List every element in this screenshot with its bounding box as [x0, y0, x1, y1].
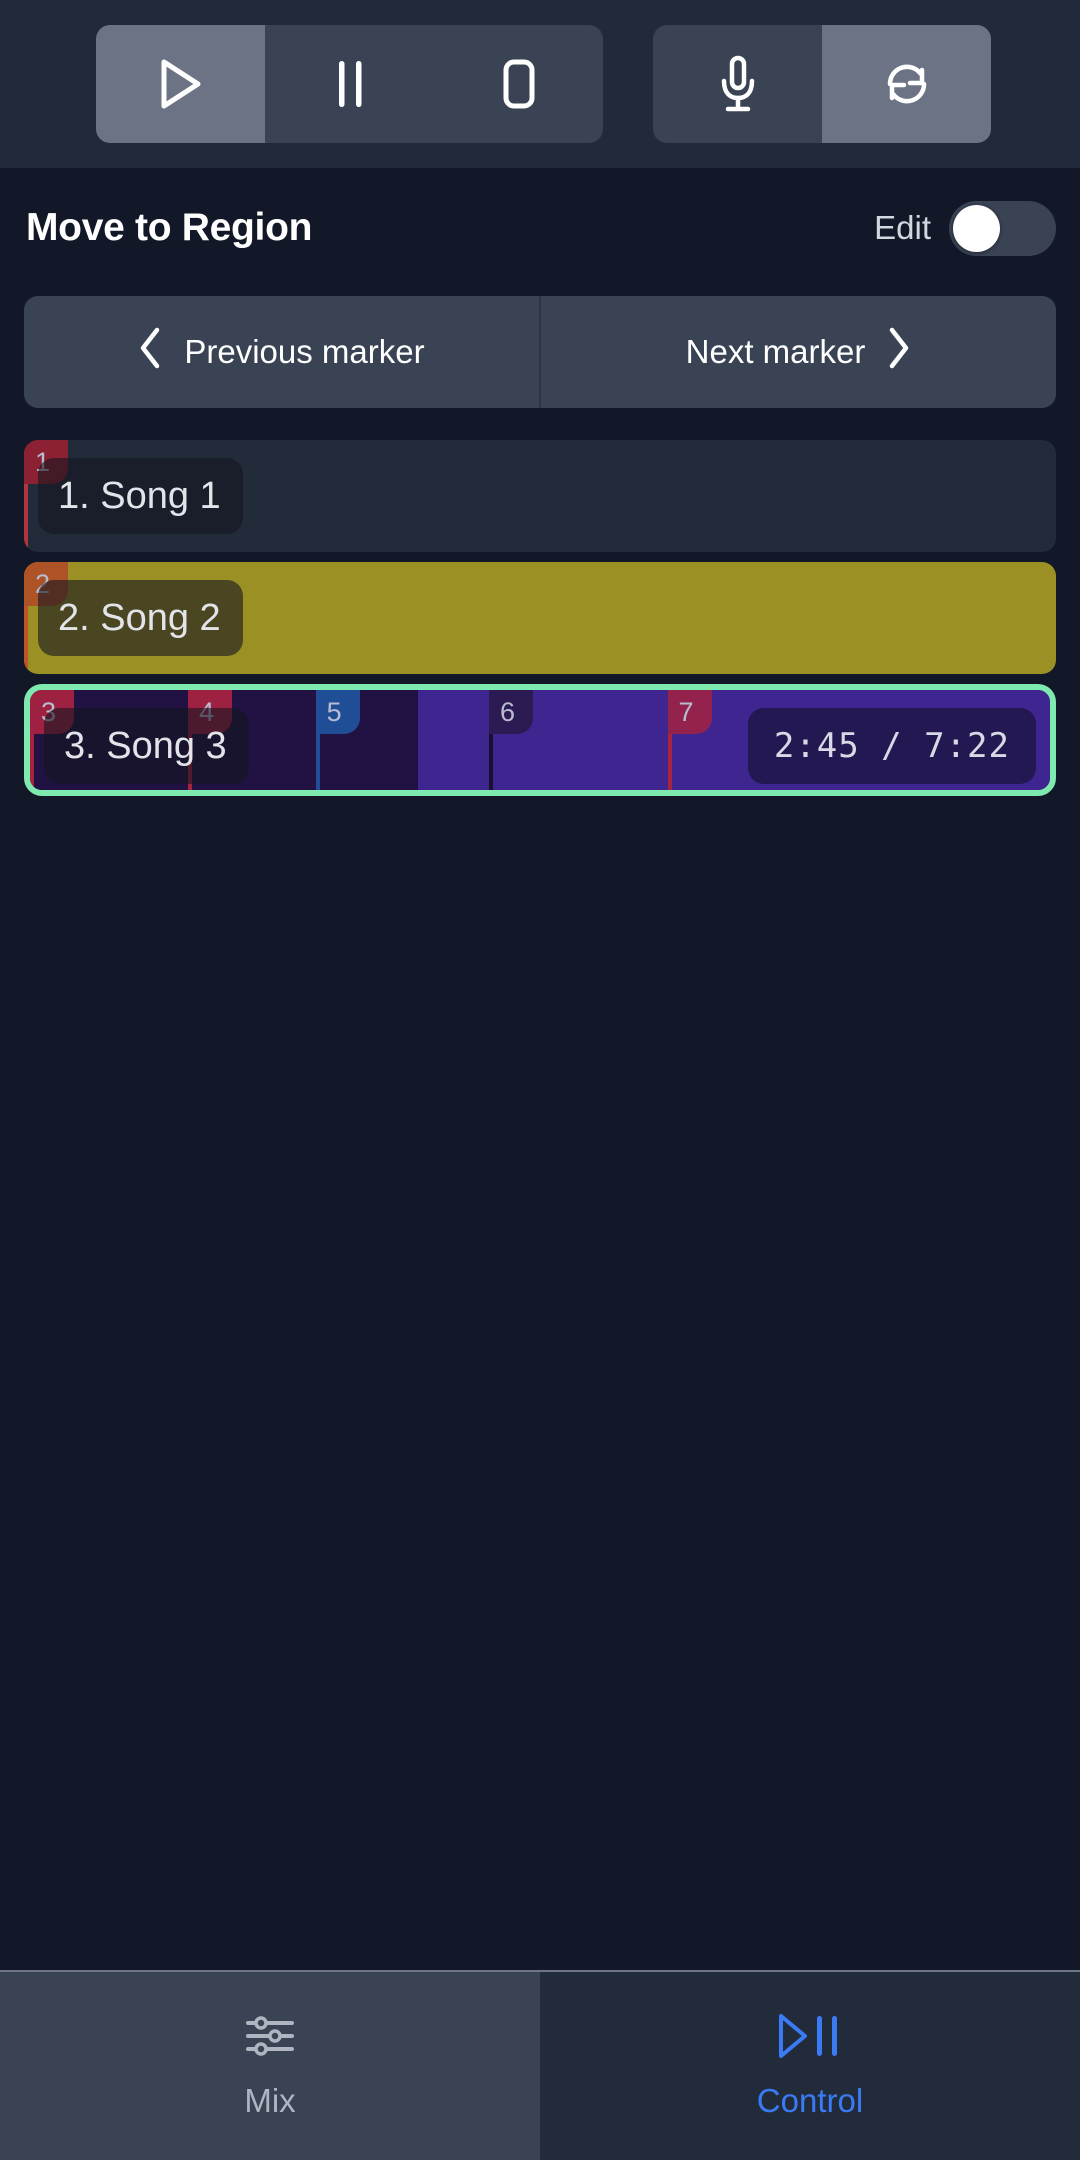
region-label: 3. Song 3: [44, 708, 249, 784]
microphone-icon: [716, 55, 760, 113]
page-title: Move to Region: [26, 206, 313, 249]
stop-button[interactable]: [434, 25, 603, 143]
toggle-knob: [953, 204, 1000, 252]
pause-button[interactable]: [265, 25, 434, 143]
record-loop-group: [653, 25, 991, 143]
nav-label-mix: Mix: [244, 2082, 296, 2119]
nav-label-control: Control: [756, 2082, 864, 2119]
record-button[interactable]: [653, 25, 822, 143]
bottom-navigation: Mix Control: [0, 1970, 1080, 2160]
edit-label: Edit: [874, 209, 931, 246]
pause-icon: [333, 59, 367, 109]
time-display: 2:45 / 7:22: [747, 708, 1036, 784]
stop-icon: [498, 58, 540, 110]
section-header: Move to Region Edit: [0, 168, 1080, 288]
previous-marker-button[interactable]: Previous marker: [24, 296, 539, 408]
play-button[interactable]: [96, 25, 265, 143]
marker-navigation: Previous marker Next marker: [24, 296, 1056, 408]
nav-tab-mix[interactable]: Mix: [0, 1972, 540, 2160]
chevron-right-icon: [887, 327, 911, 377]
loop-button[interactable]: [822, 25, 991, 143]
edit-toggle[interactable]: [949, 200, 1056, 256]
nav-tab-control[interactable]: Control: [540, 1972, 1080, 2160]
sliders-icon: [244, 2012, 296, 2060]
transport-bar: [0, 0, 1080, 168]
play-pause-icon: [775, 2012, 845, 2060]
next-marker-label: Next marker: [685, 333, 866, 370]
marker-badge[interactable]: 7: [667, 690, 712, 734]
region-song-1[interactable]: 11. Song 1: [24, 440, 1056, 552]
play-icon: [158, 58, 204, 110]
region-label: 1. Song 1: [38, 458, 243, 534]
region-song-2[interactable]: 22. Song 2: [24, 562, 1056, 674]
marker-badge[interactable]: 5: [315, 690, 360, 734]
previous-marker-label: Previous marker: [184, 333, 425, 370]
region-song-3[interactable]: 345673. Song 32:45 / 7:22: [24, 684, 1056, 796]
playback-group: [96, 25, 603, 143]
refresh-icon: [881, 58, 933, 110]
app-root: Move to Region Edit Previous marker Next…: [0, 0, 1080, 2160]
region-label: 2. Song 2: [38, 580, 243, 656]
marker-badge[interactable]: 6: [489, 690, 533, 734]
next-marker-button[interactable]: Next marker: [539, 296, 1056, 408]
region-list: 11. Song 122. Song 2345673. Song 32:45 /…: [0, 440, 1080, 796]
chevron-left-icon: [138, 327, 162, 377]
edit-toggle-group: Edit: [874, 200, 1056, 256]
